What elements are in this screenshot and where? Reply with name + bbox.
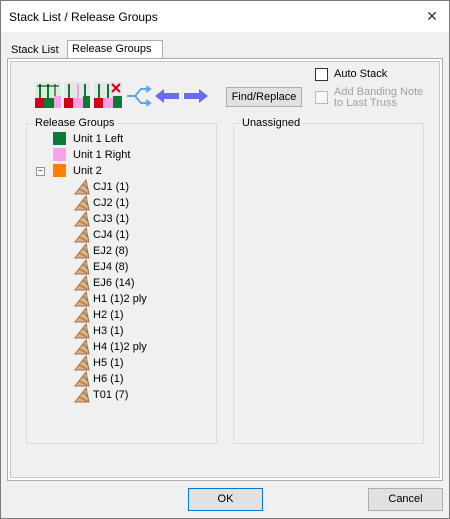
- auto-stack-checkbox[interactable]: [315, 68, 328, 81]
- truss-list-item[interactable]: EJ4 (8): [74, 259, 204, 275]
- truss-list-item[interactable]: CJ2 (1): [74, 195, 204, 211]
- truss-icon: [74, 179, 90, 195]
- truss-icon: [74, 307, 90, 323]
- ok-button[interactable]: OK: [188, 488, 263, 511]
- stack-icon-3[interactable]: [94, 82, 122, 108]
- auto-stack-label: Auto Stack: [334, 68, 388, 80]
- group-label: Unit 1 Right: [73, 149, 131, 161]
- truss-icon: [74, 195, 90, 211]
- truss-label: CJ3 (1): [93, 213, 130, 225]
- truss-label: H3 (1): [93, 325, 124, 337]
- left-arrow-icon[interactable]: [155, 89, 179, 103]
- truss-label: H5 (1): [93, 357, 124, 369]
- truss-label: H6 (1): [93, 373, 124, 385]
- truss-label: H1 (1)2 ply: [93, 293, 147, 305]
- truss-list-item[interactable]: H6 (1): [74, 371, 204, 387]
- truss-list-item[interactable]: T01 (7): [74, 387, 204, 403]
- window-title: Stack List / Release Groups: [9, 10, 158, 24]
- release-group-row[interactable]: Unit 1 Right: [36, 147, 206, 163]
- truss-icon: [74, 387, 90, 403]
- truss-list-item[interactable]: CJ1 (1): [74, 179, 204, 195]
- tab-release-groups[interactable]: Release Groups: [67, 40, 163, 60]
- banding-note-checkbox[interactable]: [315, 91, 328, 104]
- truss-label: EJ4 (8): [93, 261, 129, 273]
- truss-icon: [74, 339, 90, 355]
- truss-icon: [74, 259, 90, 275]
- release-groups-title: Release Groups: [33, 117, 117, 129]
- banding-note-label-line2: to Last Truss: [334, 97, 397, 109]
- release-group-row[interactable]: Unit 1 Left: [36, 131, 206, 147]
- unassigned-box[interactable]: Unassigned: [233, 117, 424, 444]
- truss-label: CJ4 (1): [93, 229, 130, 241]
- unassigned-title: Unassigned: [240, 117, 303, 129]
- split-arrows-icon[interactable]: [126, 86, 152, 106]
- truss-icon: [74, 227, 90, 243]
- release-group-row[interactable]: − Unit 2: [36, 163, 206, 179]
- collapse-toggle-icon[interactable]: −: [36, 167, 45, 176]
- truss-list-item[interactable]: H3 (1): [74, 323, 204, 339]
- truss-icon: [74, 275, 90, 291]
- truss-list-item[interactable]: EJ6 (14): [74, 275, 204, 291]
- right-arrow-icon[interactable]: [184, 89, 208, 103]
- find-replace-button[interactable]: Find/Replace: [226, 87, 302, 107]
- truss-label: CJ1 (1): [93, 181, 130, 193]
- truss-label: H4 (1)2 ply: [93, 341, 147, 353]
- truss-label: T01 (7): [93, 389, 129, 401]
- truss-label: EJ6 (14): [93, 277, 135, 289]
- group-label: Unit 2: [73, 165, 102, 177]
- stack-icon-1[interactable]: [35, 82, 61, 108]
- truss-icon: [74, 211, 90, 227]
- truss-icon: [74, 243, 90, 259]
- truss-list-item[interactable]: H4 (1)2 ply: [74, 339, 204, 355]
- truss-label: EJ2 (8): [93, 245, 129, 257]
- truss-list-item[interactable]: H1 (1)2 ply: [74, 291, 204, 307]
- close-icon[interactable]: ✕: [423, 7, 441, 25]
- truss-list-item[interactable]: H5 (1): [74, 355, 204, 371]
- truss-icon: [74, 291, 90, 307]
- group-color-swatch: [53, 164, 66, 177]
- truss-icon: [74, 323, 90, 339]
- stack-icon-2[interactable]: [64, 82, 90, 108]
- truss-list-item[interactable]: H2 (1): [74, 307, 204, 323]
- truss-label: CJ2 (1): [93, 197, 130, 209]
- truss-icon: [74, 355, 90, 371]
- group-color-swatch: [53, 132, 66, 145]
- tab-stack-list[interactable]: Stack List: [7, 42, 67, 59]
- truss-icon: [74, 371, 90, 387]
- truss-label: H2 (1): [93, 309, 124, 321]
- truss-list-item[interactable]: CJ4 (1): [74, 227, 204, 243]
- truss-list-item[interactable]: CJ3 (1): [74, 211, 204, 227]
- cancel-button[interactable]: Cancel: [368, 488, 443, 511]
- title-bar: Stack List / Release Groups ✕: [1, 1, 449, 32]
- group-color-swatch: [53, 148, 66, 161]
- group-label: Unit 1 Left: [73, 133, 124, 145]
- truss-list-item[interactable]: EJ2 (8): [74, 243, 204, 259]
